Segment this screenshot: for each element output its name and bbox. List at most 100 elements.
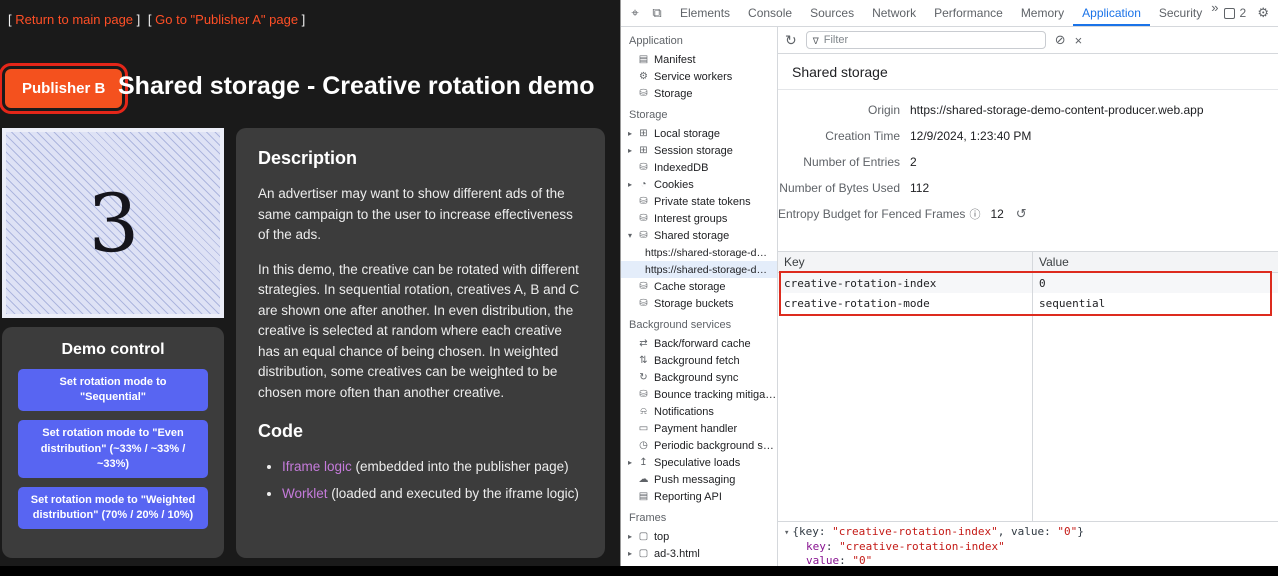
more-tabs-icon[interactable] bbox=[1211, 0, 1218, 26]
storage-database-icon bbox=[637, 88, 650, 99]
issues-count: 2 bbox=[1239, 6, 1246, 20]
column-header-value[interactable]: Value bbox=[1033, 252, 1278, 272]
tab-application[interactable]: Application bbox=[1073, 0, 1150, 26]
tab-console[interactable]: Console bbox=[739, 0, 801, 26]
go-to-publisher-a-link[interactable]: Go to "Publisher A" page bbox=[155, 12, 298, 27]
cloud-icon bbox=[637, 474, 650, 485]
page-title: Shared storage - Creative rotation demo bbox=[118, 72, 595, 101]
creative-number: 3 bbox=[86, 176, 140, 271]
sidebar-item-manifest[interactable]: Manifest bbox=[621, 51, 777, 68]
chevron-right-icon[interactable]: ▸ bbox=[628, 458, 637, 467]
iframe-logic-link[interactable]: Iframe logic bbox=[282, 459, 352, 474]
publisher-b-badge[interactable]: Publisher B bbox=[5, 69, 122, 108]
top-nav: [ Return to main page ] [ Go to "Publish… bbox=[8, 12, 309, 27]
expand-triangle-icon[interactable]: ▾ bbox=[784, 528, 789, 538]
sidebar-item-speculative-loads[interactable]: ▸Speculative loads bbox=[621, 454, 777, 471]
sidebar-item-frame-ad-3[interactable]: ▸ad-3.html bbox=[621, 545, 777, 562]
tabbar-right-icons: 2 bbox=[1218, 0, 1278, 26]
chevron-right-icon[interactable]: ▸ bbox=[628, 146, 637, 155]
report-row-creation-time: Creation Time12/9/2024, 1:23:40 PM bbox=[778, 123, 1278, 149]
frame-icon bbox=[637, 548, 650, 559]
worklet-link[interactable]: Worklet bbox=[282, 486, 328, 501]
chevron-right-icon[interactable]: ▸ bbox=[628, 129, 637, 138]
sidebar-item-background-fetch[interactable]: Background fetch bbox=[621, 352, 777, 369]
table-icon bbox=[637, 128, 650, 139]
sidebar-item-private-state-tokens[interactable]: Private state tokens bbox=[621, 193, 777, 210]
sidebar-section-header-frames: Frames bbox=[621, 505, 777, 528]
background-fetch-icon bbox=[637, 355, 650, 366]
sidebar-item-storage[interactable]: Storage bbox=[621, 85, 777, 102]
set-rotation-sequential-button[interactable]: Set rotation mode to "Sequential" bbox=[18, 369, 208, 411]
clear-all-icon[interactable] bbox=[1055, 32, 1066, 48]
set-rotation-weighted-distribution-button[interactable]: Set rotation mode to "Weighted distribut… bbox=[18, 487, 208, 529]
tabbar-left-icons bbox=[621, 0, 671, 26]
refresh-icon[interactable] bbox=[785, 32, 797, 49]
inspect-element-icon[interactable] bbox=[624, 5, 646, 21]
sidebar-item-session-storage[interactable]: ▸Session storage bbox=[621, 142, 777, 159]
bullet-text: (loaded and executed by the iframe logic… bbox=[328, 486, 579, 501]
return-to-main-page-link[interactable]: Return to main page bbox=[15, 12, 133, 27]
reset-budget-icon[interactable] bbox=[1016, 206, 1027, 222]
bottom-black-bar bbox=[0, 566, 1278, 576]
table-row-creative-rotation-mode[interactable]: creative-rotation-mode sequential bbox=[778, 293, 1278, 313]
service-workers-icon bbox=[637, 71, 650, 82]
back-forward-cache-icon bbox=[637, 338, 650, 349]
issues-count-badge[interactable]: 2 bbox=[1218, 6, 1252, 20]
tab-memory[interactable]: Memory bbox=[1012, 0, 1073, 26]
sidebar-item-storage-buckets[interactable]: Storage buckets bbox=[621, 295, 777, 312]
devtools-window: Elements Console Sources Network Perform… bbox=[620, 0, 1278, 566]
report-row-entropy-budget: Entropy Budget for Fenced Frames12 bbox=[778, 201, 1278, 227]
sidebar-item-notifications[interactable]: Notifications bbox=[621, 403, 777, 420]
sidebar-item-cookies[interactable]: ▸Cookies bbox=[621, 176, 777, 193]
chevron-down-icon[interactable]: ▾ bbox=[628, 231, 637, 240]
tab-security[interactable]: Security bbox=[1150, 0, 1211, 26]
sidebar-item-frame-top[interactable]: ▸top bbox=[621, 528, 777, 545]
sidebar-item-shared-storage[interactable]: ▾Shared storage bbox=[621, 227, 777, 244]
payment-card-icon bbox=[637, 423, 650, 434]
sidebar-item-back-forward-cache[interactable]: Back/forward cache bbox=[621, 335, 777, 352]
sidebar-item-service-workers[interactable]: Service workers bbox=[621, 68, 777, 85]
report-row-number-of-entries: Number of Entries2 bbox=[778, 149, 1278, 175]
info-icon[interactable] bbox=[969, 209, 980, 221]
chevron-right-icon[interactable]: ▸ bbox=[628, 180, 637, 189]
table-icon bbox=[637, 145, 650, 156]
speculative-loads-icon bbox=[637, 457, 650, 468]
nav-link-publisher-a-wrap: [ Go to "Publisher A" page ] bbox=[148, 12, 305, 27]
sidebar-item-bounce-tracking-mitigations[interactable]: Bounce tracking mitiga… bbox=[621, 386, 777, 403]
list-item: Iframe logic (embedded into the publishe… bbox=[282, 457, 583, 478]
settings-gear-icon[interactable] bbox=[1252, 5, 1274, 21]
database-icon bbox=[637, 281, 650, 292]
column-header-key[interactable]: Key bbox=[778, 252, 1033, 272]
sidebar-item-cache-storage[interactable]: Cache storage bbox=[621, 278, 777, 295]
sidebar-item-background-sync[interactable]: Background sync bbox=[621, 369, 777, 386]
tab-network[interactable]: Network bbox=[863, 0, 925, 26]
sidebar-item-interest-groups[interactable]: Interest groups bbox=[621, 210, 777, 227]
description-panel: Description An advertiser may want to sh… bbox=[236, 128, 605, 558]
tab-elements[interactable]: Elements bbox=[671, 0, 739, 26]
set-rotation-even-distribution-button[interactable]: Set rotation mode to "Even distribution"… bbox=[18, 420, 208, 478]
bracket: ] bbox=[133, 12, 140, 27]
kebab-menu-icon[interactable] bbox=[1274, 5, 1278, 21]
description-heading: Description bbox=[258, 145, 583, 172]
tab-performance[interactable]: Performance bbox=[925, 0, 1012, 26]
database-icon bbox=[637, 213, 650, 224]
sidebar-section-header-storage: Storage bbox=[621, 102, 777, 125]
sidebar-item-reporting-api[interactable]: Reporting API bbox=[621, 488, 777, 505]
device-toolbar-icon[interactable] bbox=[646, 5, 668, 21]
chevron-right-icon[interactable]: ▸ bbox=[628, 532, 637, 541]
sidebar-item-shared-storage-origin-1[interactable]: https://shared-storage-d… bbox=[621, 244, 777, 261]
sidebar-item-periodic-background-sync[interactable]: Periodic background s… bbox=[621, 437, 777, 454]
sidebar-item-payment-handler[interactable]: Payment handler bbox=[621, 420, 777, 437]
filter-input[interactable] bbox=[824, 34, 1039, 46]
sidebar-item-push-messaging[interactable]: Push messaging bbox=[621, 471, 777, 488]
table-row-creative-rotation-index[interactable]: creative-rotation-index 0 bbox=[778, 273, 1278, 293]
sidebar-item-indexeddb[interactable]: IndexedDB bbox=[621, 159, 777, 176]
bell-icon bbox=[637, 406, 650, 417]
tab-sources[interactable]: Sources bbox=[801, 0, 863, 26]
sidebar-section-header-background-services: Background services bbox=[621, 312, 777, 335]
chevron-right-icon[interactable]: ▸ bbox=[628, 549, 637, 558]
sidebar-item-local-storage[interactable]: ▸Local storage bbox=[621, 125, 777, 142]
close-filter-icon[interactable] bbox=[1075, 33, 1083, 48]
sidebar-item-shared-storage-origin-2[interactable]: https://shared-storage-d… bbox=[621, 261, 777, 278]
grid-empty-area bbox=[778, 313, 1278, 521]
